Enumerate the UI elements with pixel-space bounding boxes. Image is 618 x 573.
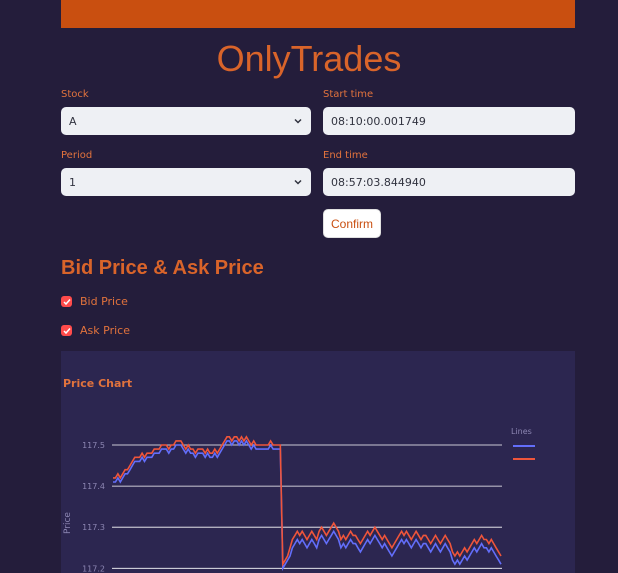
end-time-value: 08:57:03.844940 <box>331 175 426 189</box>
start-time-label: Start time <box>323 89 374 100</box>
confirm-button[interactable]: Confirm <box>323 209 381 238</box>
stock-select[interactable]: A <box>61 107 311 135</box>
legend-title: Lines <box>511 427 532 436</box>
section-title: Bid Price & Ask Price <box>61 257 264 279</box>
page-title: OnlyTrades <box>216 38 402 79</box>
bid-price-checkbox[interactable]: Bid Price <box>61 295 128 308</box>
stock-label: Stock <box>61 89 89 100</box>
series-line-1 <box>113 435 502 568</box>
top-banner <box>61 0 575 28</box>
period-select[interactable]: 1 <box>61 168 311 196</box>
y-tick-label: 117.5 <box>82 441 105 450</box>
y-tick-label: 117.3 <box>82 523 105 532</box>
check-icon <box>61 325 72 336</box>
ask-price-checkbox[interactable]: Ask Price <box>61 324 130 337</box>
end-time-input[interactable]: 08:57:03.844940 <box>323 168 575 196</box>
y-tick-label: 117.4 <box>82 482 105 491</box>
chevron-down-icon <box>294 118 302 124</box>
price-chart: 117.5 117.4 117.3 117.2 Price <box>63 435 535 573</box>
start-time-input[interactable]: 08:10:00.001749 <box>323 107 575 135</box>
y-tick-label: 117.2 <box>82 564 105 573</box>
period-select-value: 1 <box>69 175 76 189</box>
chevron-down-icon <box>294 179 302 185</box>
period-label: Period <box>61 150 93 161</box>
series-line-0 <box>113 439 502 572</box>
end-time-label: End time <box>323 150 368 161</box>
check-icon <box>61 296 72 307</box>
start-time-value: 08:10:00.001749 <box>331 114 426 128</box>
stock-select-value: A <box>69 114 77 128</box>
ask-price-checkbox-label: Ask Price <box>80 324 130 337</box>
y-axis-label: Price <box>63 512 73 534</box>
bid-price-checkbox-label: Bid Price <box>80 295 128 308</box>
